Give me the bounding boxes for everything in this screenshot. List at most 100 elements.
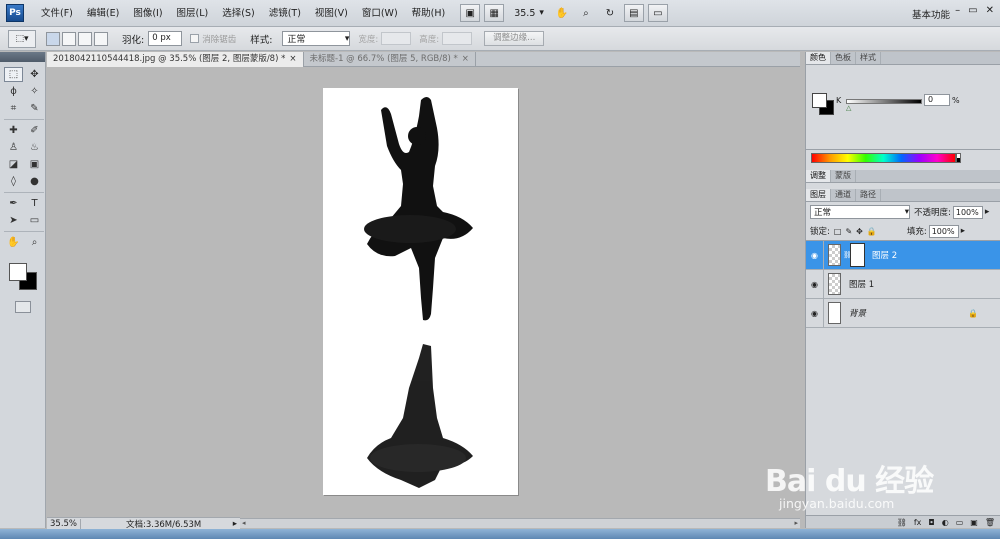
k-slider[interactable] bbox=[846, 99, 922, 104]
color-spectrum[interactable] bbox=[811, 153, 956, 163]
eyedropper-tool-icon[interactable]: ✎ bbox=[25, 101, 44, 116]
eye-icon[interactable]: ◉ bbox=[806, 240, 824, 270]
view-extras-button[interactable]: ▦ bbox=[484, 4, 505, 22]
style-select[interactable]: 正常 ▾ bbox=[282, 31, 351, 46]
document-canvas[interactable] bbox=[323, 88, 518, 495]
tab-layers[interactable]: 图层 bbox=[806, 189, 831, 201]
layer-row-1[interactable]: ◉ 图层 1 bbox=[806, 269, 1000, 299]
type-tool-icon[interactable]: T bbox=[25, 196, 44, 211]
lock-position-icon[interactable]: ✥ bbox=[856, 227, 863, 236]
gradient-tool-icon[interactable]: ▣ bbox=[25, 157, 44, 172]
tab-paths[interactable]: 路径 bbox=[856, 189, 881, 201]
menu-help[interactable]: 帮助(H) bbox=[405, 0, 453, 27]
menu-layer[interactable]: 图层(L) bbox=[170, 0, 216, 27]
eye-icon[interactable]: ◉ bbox=[806, 269, 824, 299]
new-selection-button[interactable] bbox=[46, 31, 60, 46]
move-tool-icon[interactable]: ✥ bbox=[25, 67, 44, 82]
restore-button[interactable]: ▭ bbox=[968, 5, 977, 16]
k-value-input[interactable]: 0 bbox=[924, 94, 950, 106]
menu-filter[interactable]: 滤镜(T) bbox=[262, 0, 308, 27]
intersect-selection-button[interactable] bbox=[94, 31, 108, 46]
tab-document-2[interactable]: 未标题-1 @ 66.7% (图层 5, RGB/8) * × bbox=[304, 52, 476, 67]
lasso-tool-icon[interactable]: ϕ bbox=[4, 84, 23, 99]
menu-window[interactable]: 窗口(W) bbox=[355, 0, 405, 27]
close-button[interactable]: ✕ bbox=[986, 5, 994, 16]
group-icon[interactable]: ▭ bbox=[956, 518, 964, 527]
new-layer-icon[interactable]: ▣ bbox=[970, 518, 978, 527]
hand-tool-icon[interactable]: ✋ bbox=[4, 235, 23, 250]
lock-transparent-icon[interactable]: □ bbox=[834, 227, 842, 236]
layer-row-2[interactable]: ◉ ⛓ 图层 2 bbox=[806, 240, 1000, 270]
dodge-tool-icon[interactable]: ● bbox=[25, 174, 44, 189]
menu-file[interactable]: 文件(F) bbox=[34, 0, 80, 27]
status-zoom[interactable]: 35.5% bbox=[47, 518, 81, 529]
fill-slider-icon[interactable]: ▸ bbox=[961, 226, 965, 236]
zoom-tool-icon[interactable]: ⌕ bbox=[576, 4, 596, 22]
tool-preset-picker[interactable]: ⬚▾ bbox=[8, 29, 36, 48]
rect-marquee-tool-icon[interactable]: ⬚ bbox=[4, 67, 23, 82]
tab-masks[interactable]: 蒙版 bbox=[831, 170, 856, 182]
feather-input[interactable]: 0 px bbox=[148, 31, 183, 46]
width-input[interactable] bbox=[381, 32, 412, 45]
tab-document-1[interactable]: 2018042110544418.jpg @ 35.5% (图层 2, 图层蒙版… bbox=[47, 52, 304, 67]
eraser-tool-icon[interactable]: ◪ bbox=[4, 157, 23, 172]
history-brush-tool-icon[interactable]: ♨ bbox=[25, 140, 44, 155]
fill-input[interactable]: 100% bbox=[928, 224, 959, 238]
eye-icon[interactable]: ◉ bbox=[806, 298, 824, 328]
minimize-button[interactable]: – bbox=[955, 5, 960, 16]
path-selection-tool-icon[interactable]: ➤ bbox=[4, 213, 23, 228]
layer-mask-thumbnail[interactable] bbox=[850, 243, 865, 267]
bridge-button[interactable]: ▣ bbox=[460, 4, 481, 22]
opacity-slider-icon[interactable]: ▸ bbox=[985, 207, 990, 217]
foreground-color-swatch[interactable] bbox=[9, 263, 27, 281]
tab-close-icon[interactable]: × bbox=[289, 54, 296, 64]
link-icon[interactable]: ⛓ bbox=[843, 251, 852, 259]
menu-select[interactable]: 选择(S) bbox=[215, 0, 261, 27]
opacity-input[interactable]: 100% bbox=[952, 205, 983, 219]
tab-channels[interactable]: 通道 bbox=[831, 189, 856, 201]
tab-styles[interactable]: 样式 bbox=[856, 52, 881, 64]
tab-close-icon[interactable]: × bbox=[462, 54, 469, 64]
menu-view[interactable]: 视图(V) bbox=[308, 0, 355, 27]
pen-tool-icon[interactable]: ✒ bbox=[4, 196, 23, 211]
antialias-checkbox[interactable]: 消除锯齿 bbox=[190, 33, 236, 45]
healing-brush-tool-icon[interactable]: ✚ bbox=[4, 123, 23, 138]
brush-tool-icon[interactable]: ✐ bbox=[25, 123, 44, 138]
status-menu-icon[interactable]: ▸ bbox=[233, 519, 237, 529]
zoom-level[interactable]: 35.5 bbox=[514, 8, 535, 19]
height-input[interactable] bbox=[442, 32, 473, 45]
layer-row-background[interactable]: ◉ 背景 🔒 bbox=[806, 298, 1000, 328]
refine-edge-button[interactable]: 调整边缘... bbox=[484, 31, 545, 46]
rotate-view-icon[interactable]: ↻ bbox=[600, 4, 620, 22]
scroll-right-icon[interactable]: ▸ bbox=[794, 519, 798, 527]
tab-swatches[interactable]: 色板 bbox=[831, 52, 856, 64]
scroll-left-icon[interactable]: ◂ bbox=[242, 519, 246, 527]
horizontal-scrollbar[interactable]: ◂ ▸ bbox=[240, 518, 800, 528]
crop-tool-icon[interactable]: ⌗ bbox=[4, 101, 23, 116]
quick-mask-button[interactable] bbox=[15, 301, 31, 313]
lock-pixels-icon[interactable]: ✎ bbox=[845, 227, 852, 236]
shape-tool-icon[interactable]: ▭ bbox=[25, 213, 44, 228]
add-selection-button[interactable] bbox=[62, 31, 76, 46]
black-white-swatch[interactable] bbox=[956, 153, 961, 163]
arrange-documents-button[interactable]: ▤ bbox=[623, 4, 644, 22]
tab-color[interactable]: 颜色 bbox=[806, 52, 831, 64]
foreground-color-swatch[interactable] bbox=[812, 93, 827, 108]
subtract-selection-button[interactable] bbox=[78, 31, 92, 46]
chevron-down-icon[interactable]: ▾ bbox=[539, 8, 544, 18]
slider-thumb-icon[interactable]: △ bbox=[846, 104, 851, 112]
clone-stamp-tool-icon[interactable]: ♙ bbox=[4, 140, 23, 155]
blur-tool-icon[interactable]: ◊ bbox=[4, 174, 23, 189]
blend-mode-select[interactable]: 正常 ▾ bbox=[810, 205, 910, 219]
tab-adjustments[interactable]: 调整 bbox=[806, 170, 831, 182]
screen-mode-button[interactable]: ▭ bbox=[647, 4, 668, 22]
panel-grip[interactable] bbox=[0, 52, 45, 62]
menu-edit[interactable]: 编辑(E) bbox=[80, 0, 126, 27]
hand-tool-icon[interactable]: ✋ bbox=[552, 4, 572, 22]
delete-layer-icon[interactable]: 🗑 bbox=[985, 518, 995, 527]
menu-image[interactable]: 图像(I) bbox=[126, 0, 169, 27]
zoom-tool-icon[interactable]: ⌕ bbox=[25, 235, 44, 250]
workspace-switcher[interactable]: 基本功能 bbox=[912, 7, 950, 21]
magic-wand-tool-icon[interactable]: ✧ bbox=[25, 84, 44, 99]
lock-all-icon[interactable]: 🔒 bbox=[867, 227, 877, 236]
